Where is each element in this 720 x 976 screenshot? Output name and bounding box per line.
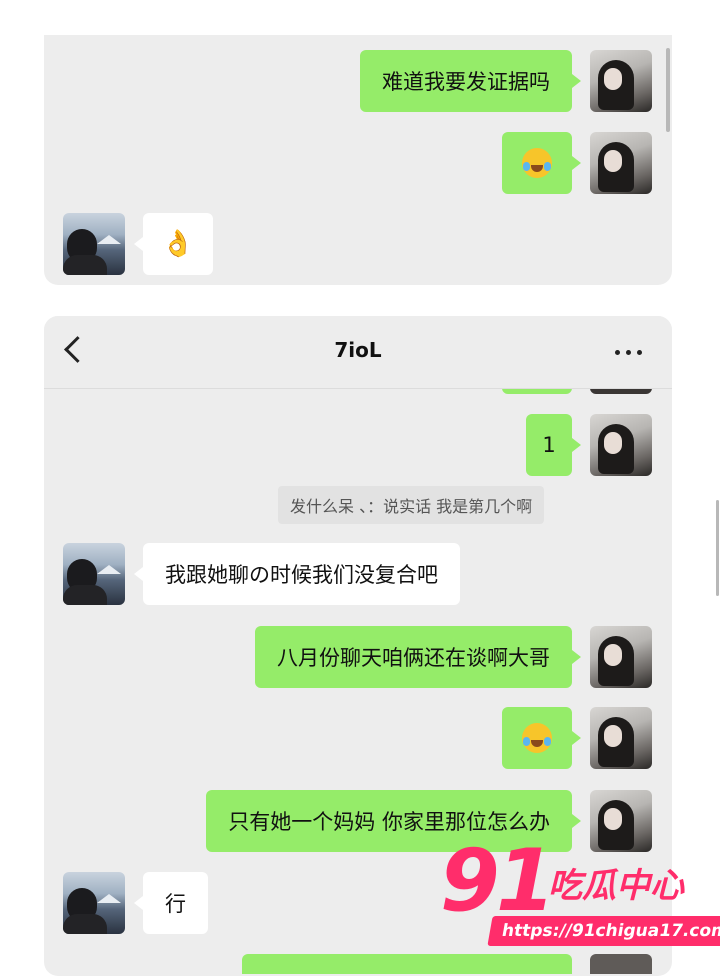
watermark-url: https://91chigua17.com — [487, 916, 720, 946]
watermark-name: 吃瓜中心 — [548, 866, 684, 906]
my-avatar[interactable] — [590, 50, 652, 112]
sent-message-bubble[interactable]: 1 — [526, 414, 581, 476]
system-notice: 发什么呆 、：说实话 我是第几个啊 — [278, 486, 545, 524]
contact-avatar[interactable] — [63, 213, 125, 275]
received-message-bubble[interactable]: 行 — [134, 872, 208, 934]
next-message-bubble — [242, 954, 572, 974]
chat-title: 7ioL — [334, 338, 382, 362]
chat-header: 7ioL — [44, 316, 672, 389]
sent-message-bubble[interactable]: 八月份聊天咱俩还在谈啊大哥 — [255, 626, 581, 688]
chat-panel-top: 难道我要发证据吗 👌 — [44, 35, 672, 285]
received-emoji-bubble[interactable]: 👌 — [134, 213, 213, 275]
my-avatar[interactable] — [590, 132, 652, 194]
my-avatar — [590, 954, 652, 974]
system-notice-text: 发什么呆 、：说实话 我是第几个啊 — [290, 497, 533, 516]
sent-emoji-bubble[interactable] — [502, 707, 581, 769]
received-message-bubble[interactable]: 我跟她聊の时候我们没复合吧 — [134, 543, 460, 605]
message-text: 行 — [165, 892, 186, 916]
more-dots-icon[interactable] — [615, 350, 642, 355]
sent-emoji-bubble[interactable] — [502, 132, 581, 194]
page-scrollbar[interactable] — [716, 500, 719, 596]
message-text: 八月份聊天咱俩还在谈啊大哥 — [277, 646, 550, 670]
scrollbar[interactable] — [666, 48, 670, 132]
watermark-number: 91 — [440, 831, 556, 931]
crying-laughing-emoji-icon — [522, 148, 552, 178]
my-avatar[interactable] — [590, 414, 652, 476]
contact-avatar[interactable] — [63, 872, 125, 934]
my-avatar[interactable] — [590, 707, 652, 769]
crying-laughing-emoji-icon — [522, 723, 552, 753]
sent-message-bubble[interactable]: 难道我要发证据吗 — [360, 50, 581, 112]
message-text: 1 — [542, 433, 556, 457]
site-watermark: 91 吃瓜中心 https://91chigua17.com — [440, 831, 720, 953]
contact-avatar[interactable] — [63, 543, 125, 605]
message-text: 难道我要发证据吗 — [382, 70, 550, 94]
message-text: 我跟她聊の时候我们没复合吧 — [165, 563, 438, 587]
ok-hand-emoji-icon: 👌 — [161, 229, 195, 259]
my-avatar[interactable] — [590, 626, 652, 688]
